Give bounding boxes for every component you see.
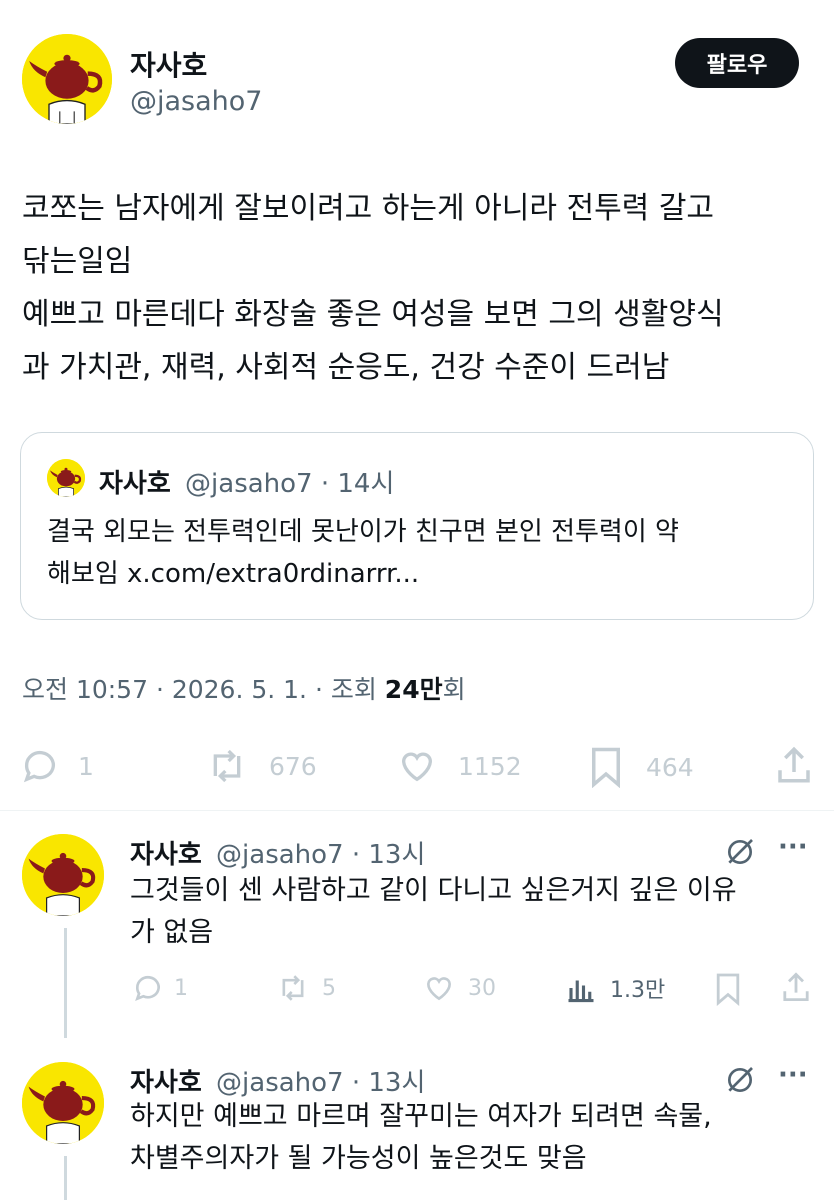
tweet-line: 닦는일임 [22,244,133,279]
more-options-icon[interactable]: ··· [778,832,808,862]
quoted-tweet-card[interactable]: 자사호 @jasaho7 · 14시 결국 외모는 전투력인데 못난이가 친구면… [20,432,814,620]
reply-count: 1 [78,751,94,781]
teapot-avatar-image [22,34,112,124]
reply-text: 하지만 예쁘고 마르며 잘꾸미는 여자가 되려면 속물, 차별주의자가 될 가능… [130,1096,712,1180]
share-action[interactable] [776,744,812,786]
repost-icon [213,749,241,783]
quote-avatar [47,459,85,497]
quote-author-handle: @jasaho7 [185,469,313,499]
repost-count: 676 [269,751,317,781]
quote-text: 결국 외모는 전투력인데 못난이가 친구면 본인 전투력이 약 해보임 x.co… [47,511,679,595]
heart-icon [426,977,452,1001]
reply-time[interactable]: · 13시 [352,840,426,870]
reply-reply-action[interactable]: 1 [132,972,188,1004]
like-action[interactable]: 1152 [396,746,522,786]
reply-action[interactable]: 1 [20,746,94,786]
quote-time: · 14시 [320,469,395,499]
reply-author-name[interactable]: 자사호 [130,840,202,870]
reply-header: 자사호 @jasaho7 · 13시 [130,834,425,871]
quote-header: 자사호 @jasaho7 · 14시 [99,463,394,500]
author-avatar[interactable] [22,34,112,124]
share-icon[interactable] [782,970,810,1004]
reply-author-handle[interactable]: @jasaho7 [216,840,344,870]
tweet-text: 코쪼는 남자에게 잘보이려고 하는게 아니라 전투력 갈고 닦는일임 예쁘고 마… [22,182,822,394]
thread-connector [64,928,67,1038]
reply-like-action[interactable]: 30 [422,972,496,1004]
grok-icon[interactable] [724,836,756,868]
reply-avatar[interactable] [22,834,104,916]
analytics-icon [568,980,594,1003]
reply-line: 차별주의자가 될 가능성이 높은것도 맞음 [130,1143,587,1174]
more-options-icon[interactable]: ··· [778,1060,808,1090]
reply-avatar[interactable] [22,1062,104,1144]
reply-views-action[interactable]: 1.3만 [566,972,665,1004]
like-count: 1152 [458,751,522,781]
bookmark-icon[interactable] [714,972,742,1006]
reply-reply-count: 1 [174,975,188,1001]
teapot-avatar-image [22,1062,104,1144]
reply-author-handle[interactable]: @jasaho7 [216,1068,344,1098]
share-icon [778,746,810,783]
tweet-line: 코쪼는 남자에게 잘보이려고 하는게 아니라 전투력 갈고 [22,191,715,226]
section-divider [0,810,834,811]
bookmark-action[interactable]: 464 [588,746,694,788]
thread-connector [64,1156,67,1200]
author-handle[interactable]: @jasaho7 [130,86,262,117]
reply-line: 하지만 예쁘고 마르며 잘꾸미는 여자가 되려면 속물, [130,1101,712,1132]
grok-icon[interactable] [724,1064,756,1096]
quote-author-name: 자사호 [99,469,171,499]
follow-button[interactable]: 팔로우 [675,38,799,88]
heart-icon [401,752,433,782]
tweet-line: 과 가치관, 재력, 사회적 순응도, 건강 수준이 드러남 [22,350,670,385]
reply-repost-count: 5 [322,975,336,1001]
teapot-avatar-image [22,834,104,916]
reply-repost-action[interactable]: 5 [276,972,336,1004]
tweet-line: 예쁘고 마른데다 화장술 좋은 여성을 보면 그의 생활양식 [22,297,724,332]
reply-time[interactable]: · 13시 [352,1068,426,1098]
repost-action[interactable]: 676 [205,746,317,786]
reply-text: 그것들이 센 사람하고 같이 다니고 싶은거지 깊은 이유 가 없음 [130,870,737,954]
view-count: 24만 [384,675,443,704]
reply-line: 그것들이 센 사람하고 같이 다니고 싶은거지 깊은 이유 [130,875,737,906]
quote-line: 해보임 x.com/extra0rdinarrr... [47,559,420,589]
reply-views-count: 1.3만 [610,978,666,1003]
teapot-avatar-image [47,459,85,497]
repost-icon [282,975,304,1001]
timestamp-and-views-label: 오전 10:57 · 2026. 5. 1. · 조회 [22,675,385,704]
views-suffix: 회 [442,675,466,704]
reply-header: 자사호 @jasaho7 · 13시 [130,1062,425,1099]
tweet-metadata: 오전 10:57 · 2026. 5. 1. · 조회 24만회 [22,670,466,706]
author-name[interactable]: 자사호 [130,44,207,84]
reply-icon [135,975,160,1001]
reply-like-count: 30 [468,975,496,1001]
reply-icon [23,750,55,783]
bookmark-icon [592,747,620,788]
reply-line: 가 없음 [130,917,214,948]
quote-line: 결국 외모는 전투력인데 못난이가 친구면 본인 전투력이 약 [47,517,679,547]
reply-author-name[interactable]: 자사호 [130,1068,202,1098]
bookmark-count: 464 [646,752,694,782]
